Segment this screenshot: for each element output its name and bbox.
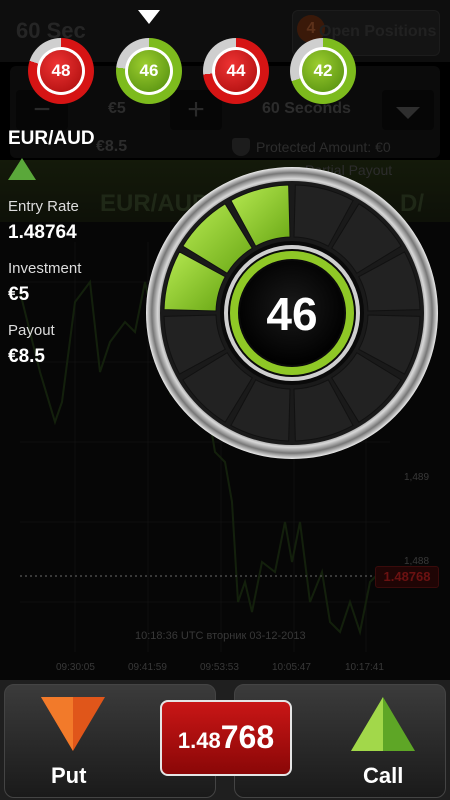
call-arrow-icon	[351, 697, 415, 751]
timer-value: 42	[302, 50, 344, 92]
entry-rate-label: Entry Rate	[8, 198, 79, 215]
current-price-display: 1.48768	[160, 700, 292, 776]
put-arrow-icon	[41, 697, 105, 751]
timer-2[interactable]: 44	[203, 38, 269, 104]
timer-1[interactable]: 46	[116, 38, 182, 104]
countdown-dial: 46	[145, 160, 439, 466]
payout-label: Payout	[8, 322, 55, 339]
countdown-dial-svg: 46	[146, 167, 438, 459]
investment-label: Investment	[8, 260, 82, 277]
call-label: Call	[363, 763, 404, 788]
timer-3[interactable]: 42	[290, 38, 356, 104]
selected-timer-indicator-icon	[138, 10, 160, 24]
up-arrow-icon	[8, 158, 36, 180]
timer-value: 48	[40, 50, 82, 92]
asset-pair-label: EUR/AUD	[8, 128, 95, 149]
timer-value: 44	[215, 50, 257, 92]
payout-value: €8.5	[8, 346, 45, 367]
price-prefix: 1.48	[177, 728, 221, 753]
timer-value: 46	[128, 50, 170, 92]
dial-countdown-value: 46	[266, 288, 317, 340]
put-label: Put	[51, 763, 87, 788]
timer-0[interactable]: 48	[28, 38, 94, 104]
investment-value: €5	[8, 284, 30, 305]
entry-rate-value: 1.48764	[8, 222, 77, 243]
price-suffix: 768	[220, 719, 275, 755]
